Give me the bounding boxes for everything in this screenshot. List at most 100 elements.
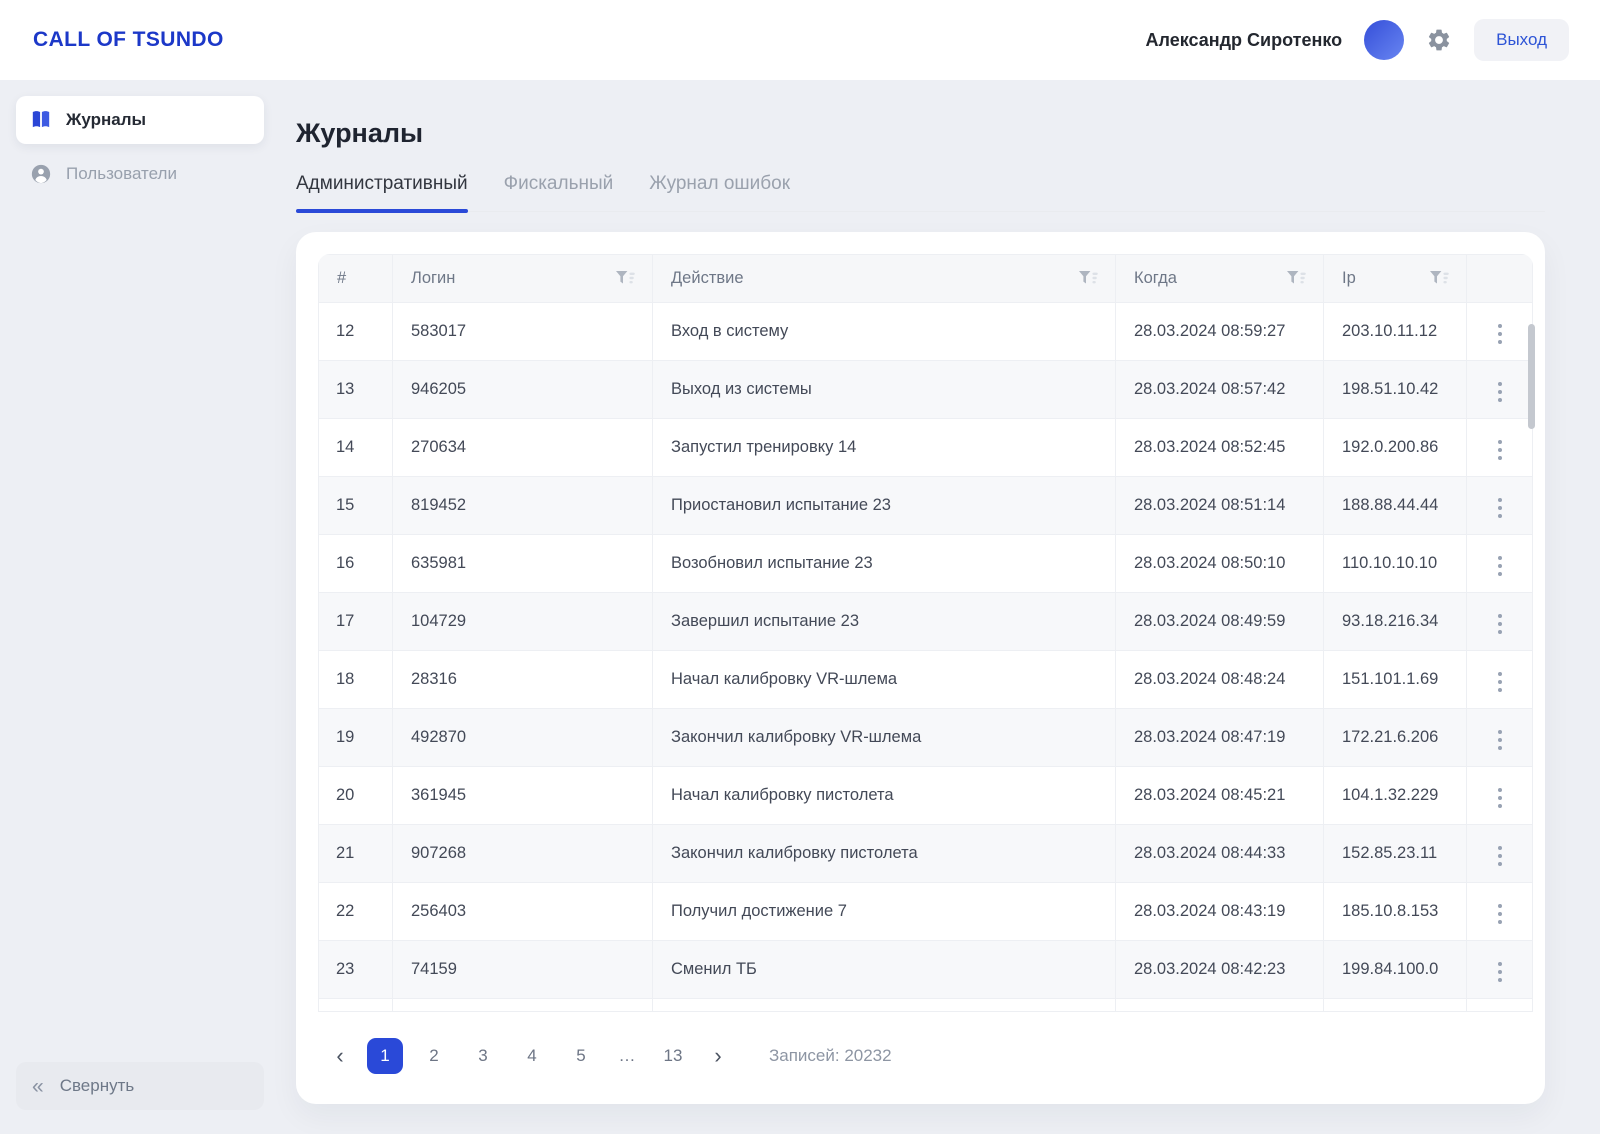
cell-when: 28.03.2024 08:52:45 (1116, 419, 1324, 477)
cell-when: 28.03.2024 08:47:19 (1116, 709, 1324, 767)
column-label: Логин (411, 269, 455, 288)
main-content: Журналы Административный Фискальный Журн… (280, 80, 1600, 1134)
table-header-row: #ЛогинДействиеКогдаIp (319, 255, 1533, 303)
cell-action: Сменил ТБ (653, 941, 1116, 999)
column-label: Действие (671, 269, 744, 288)
tab-bar: Административный Фискальный Журнал ошибо… (296, 173, 1545, 212)
column-label: Когда (1134, 269, 1177, 288)
row-menu-button[interactable] (1492, 666, 1508, 698)
row-menu-button[interactable] (1492, 956, 1508, 988)
logs-table: #ЛогинДействиеКогдаIp 12583017Вход в сис… (318, 254, 1533, 1012)
tab-errors[interactable]: Журнал ошибок (649, 173, 790, 211)
cell-ip: 185.10.8.153 (1324, 883, 1467, 941)
table-row: 22256403Получил достижение 728.03.2024 0… (319, 883, 1533, 941)
row-menu-button[interactable] (1492, 840, 1508, 872)
table-row: 17104729Завершил испытание 2328.03.2024 … (319, 593, 1533, 651)
topbar-right: Александр Сиротенко Выход (1146, 19, 1569, 61)
page-button-13[interactable]: 13 (655, 1038, 691, 1074)
cell-login: 28316 (393, 651, 653, 709)
table-row-partial (319, 999, 1533, 1012)
collapse-button[interactable]: « Свернуть (16, 1062, 264, 1110)
row-menu-button[interactable] (1492, 782, 1508, 814)
table-scrollbar[interactable] (1528, 324, 1535, 429)
cell-menu (1467, 303, 1533, 361)
cell-num: 23 (319, 941, 393, 999)
cell-when: 28.03.2024 08:49:59 (1116, 593, 1324, 651)
row-menu-button[interactable] (1492, 724, 1508, 756)
kebab-icon (1498, 672, 1502, 676)
kebab-icon (1498, 730, 1502, 734)
logs-card: #ЛогинДействиеКогдаIp 12583017Вход в сис… (296, 232, 1545, 1104)
column-header-num: # (319, 255, 393, 303)
cell-num: 22 (319, 883, 393, 941)
cell-menu (1467, 709, 1533, 767)
cell-ip: 151.101.1.69 (1324, 651, 1467, 709)
row-menu-button[interactable] (1492, 434, 1508, 466)
user-icon (30, 163, 52, 185)
row-menu-button[interactable] (1492, 376, 1508, 408)
avatar[interactable] (1364, 20, 1404, 60)
cell-ip: 104.1.32.229 (1324, 767, 1467, 825)
cell-menu (1467, 883, 1533, 941)
cell-menu (1467, 651, 1533, 709)
column-header-login: Логин (393, 255, 653, 303)
table-row: 20361945Начал калибровку пистолета28.03.… (319, 767, 1533, 825)
row-menu-button[interactable] (1492, 492, 1508, 524)
cell-when: 28.03.2024 08:59:27 (1116, 303, 1324, 361)
cell-when: 28.03.2024 08:57:42 (1116, 361, 1324, 419)
app-window: CALL OF TSUNDO Александр Сиротенко Выход… (0, 0, 1600, 1134)
tab-fiscal[interactable]: Фискальный (504, 173, 614, 211)
tab-administrative[interactable]: Административный (296, 173, 468, 211)
cell-login: 907268 (393, 825, 653, 883)
row-menu-button[interactable] (1492, 318, 1508, 350)
table-row: 21907268Закончил калибровку пистолета28.… (319, 825, 1533, 883)
filter-icon[interactable] (615, 270, 636, 287)
page-ellipsis: … (612, 1046, 642, 1066)
kebab-icon (1498, 614, 1502, 618)
settings-button[interactable] (1426, 27, 1452, 53)
cell-num: 12 (319, 303, 393, 361)
column-label: # (337, 269, 346, 288)
cell-menu (1467, 941, 1533, 999)
filter-icon[interactable] (1078, 270, 1099, 287)
cell-when: 28.03.2024 08:51:14 (1116, 477, 1324, 535)
cell-login: 74159 (393, 941, 653, 999)
records-count: Записей: 20232 (769, 1046, 892, 1066)
cell-login: 104729 (393, 593, 653, 651)
cell-login: 583017 (393, 303, 653, 361)
table-row: 14270634Запустил тренировку 1428.03.2024… (319, 419, 1533, 477)
cell-when: 28.03.2024 08:42:23 (1116, 941, 1324, 999)
cell-login: 270634 (393, 419, 653, 477)
cell-action: Запустил тренировку 14 (653, 419, 1116, 477)
page-button-5[interactable]: 5 (563, 1038, 599, 1074)
page-button-4[interactable]: 4 (514, 1038, 550, 1074)
logout-button[interactable]: Выход (1474, 19, 1569, 61)
column-header-when: Когда (1116, 255, 1324, 303)
kebab-icon (1498, 962, 1502, 966)
filter-icon[interactable] (1429, 270, 1450, 287)
page-button-2[interactable]: 2 (416, 1038, 452, 1074)
cell-menu (1467, 419, 1533, 477)
sidebar-item-journals[interactable]: Журналы (16, 96, 264, 144)
sidebar-item-label: Журналы (66, 110, 146, 130)
sidebar-item-users[interactable]: Пользователи (16, 150, 264, 198)
kebab-icon (1498, 904, 1502, 908)
page-button-1[interactable]: 1 (367, 1038, 403, 1074)
row-menu-button[interactable] (1492, 550, 1508, 582)
page-next-button[interactable]: › (704, 1039, 732, 1073)
cell-login: 492870 (393, 709, 653, 767)
cell-num: 14 (319, 419, 393, 477)
cell-action: Закончил калибровку VR-шлема (653, 709, 1116, 767)
cell-ip: 93.18.216.34 (1324, 593, 1467, 651)
table-row: 19492870Закончил калибровку VR-шлема28.0… (319, 709, 1533, 767)
cell-ip: 188.88.44.44 (1324, 477, 1467, 535)
page-button-3[interactable]: 3 (465, 1038, 501, 1074)
column-header-action: Действие (653, 255, 1116, 303)
cell-when: 28.03.2024 08:43:19 (1116, 883, 1324, 941)
row-menu-button[interactable] (1492, 608, 1508, 640)
page-prev-button[interactable]: ‹ (326, 1039, 354, 1073)
row-menu-button[interactable] (1492, 898, 1508, 930)
cell-menu (1467, 361, 1533, 419)
filter-icon[interactable] (1286, 270, 1307, 287)
cell-ip: 110.10.10.10 (1324, 535, 1467, 593)
